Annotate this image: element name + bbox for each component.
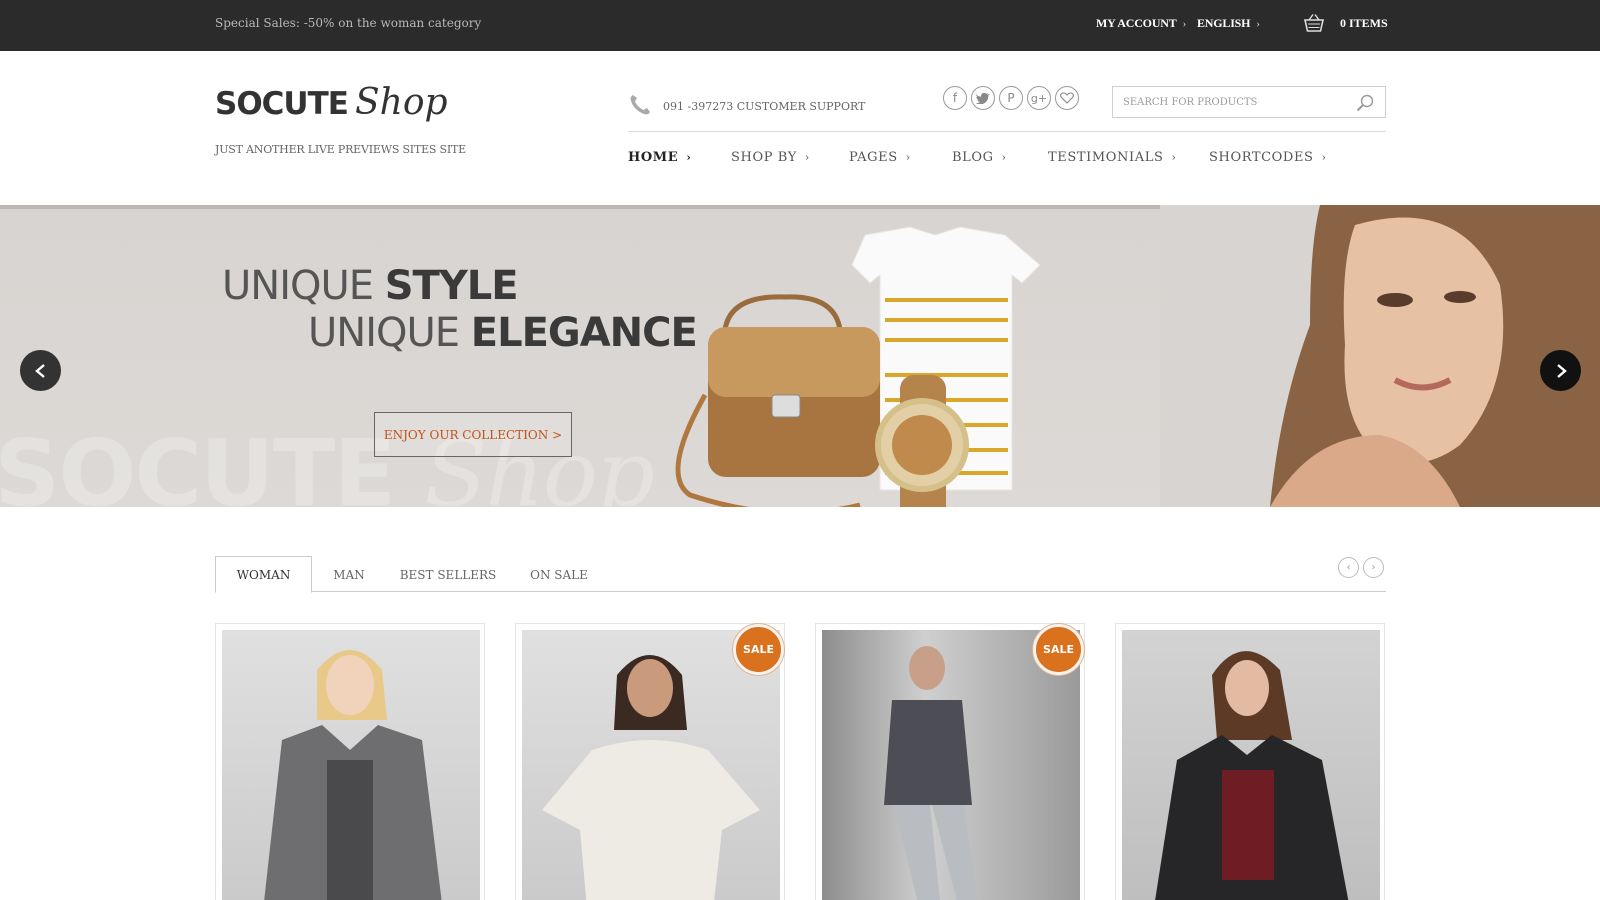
nav-item-shortcodes[interactable]: SHORTCODES › bbox=[1209, 150, 1327, 165]
nav-item-label: BLOG bbox=[952, 150, 994, 165]
social-links: f P g+ bbox=[943, 86, 1079, 110]
product-image[interactable] bbox=[1122, 630, 1380, 900]
enjoy-collection-button[interactable]: ENJOY OUR COLLECTION > bbox=[374, 412, 572, 457]
nav-item-blog[interactable]: BLOG › bbox=[952, 150, 1007, 165]
heart-icon[interactable] bbox=[1055, 86, 1079, 110]
chevron-right-icon bbox=[1556, 363, 1567, 378]
tab-man[interactable]: MAN bbox=[320, 556, 378, 593]
basket-icon[interactable] bbox=[1303, 13, 1325, 33]
customer-support-phone: 091 -397273 CUSTOMER SUPPORT bbox=[663, 100, 866, 113]
chevron-left-icon: ‹ bbox=[1346, 562, 1351, 573]
hero-headline-line1: UNIQUE STYLE bbox=[222, 263, 519, 309]
site-tagline: JUST ANOTHER LIVE PREVIEWS SITES SITE bbox=[215, 143, 466, 156]
language-label: ENGLISH bbox=[1197, 16, 1251, 30]
nav-item-label: PAGES bbox=[849, 150, 898, 165]
nav-item-label: TESTIMONIALS bbox=[1048, 150, 1164, 165]
slider-next-button[interactable] bbox=[1540, 350, 1581, 391]
hero-headline-line2: UNIQUE ELEGANCE bbox=[308, 310, 698, 356]
search-icon[interactable] bbox=[1355, 93, 1375, 113]
nav-item-home[interactable]: HOME › bbox=[628, 150, 691, 165]
chevron-right-icon: › bbox=[1001, 151, 1007, 164]
product-image[interactable] bbox=[222, 630, 480, 900]
product-card[interactable] bbox=[215, 623, 485, 900]
chevron-right-icon: › bbox=[1371, 562, 1376, 573]
cart-items-count[interactable]: 0 ITEMS bbox=[1340, 16, 1388, 31]
logo-script: Shop bbox=[355, 82, 448, 123]
chevron-right-icon: › bbox=[804, 151, 810, 164]
sale-badge: SALE bbox=[1033, 624, 1084, 675]
product-image[interactable] bbox=[522, 630, 780, 900]
carousel-next-button[interactable]: › bbox=[1363, 557, 1384, 578]
chevron-right-icon: › bbox=[905, 151, 911, 164]
chevron-right-icon: › bbox=[1256, 18, 1260, 30]
nav-item-label: SHOP BY bbox=[731, 150, 797, 165]
nav-item-label: SHORTCODES bbox=[1209, 150, 1314, 165]
top-bar: Special Sales: -50% on the woman categor… bbox=[0, 0, 1600, 51]
chevron-right-icon: › bbox=[1321, 151, 1327, 164]
hero-products-image bbox=[675, 226, 1041, 507]
google-plus-icon[interactable]: g+ bbox=[1027, 86, 1051, 110]
pinterest-icon[interactable]: P bbox=[999, 86, 1023, 110]
carousel-prev-button[interactable]: ‹ bbox=[1338, 557, 1359, 578]
nav-divider bbox=[628, 131, 1386, 132]
hero-slider: SOCUTE Shop UNIQUE STYLE UNIQUE ELEGANCE … bbox=[0, 205, 1600, 507]
chevron-right-icon: › bbox=[1171, 151, 1177, 164]
product-image[interactable] bbox=[822, 630, 1080, 900]
tab-woman[interactable]: WOMAN bbox=[215, 556, 312, 593]
product-card[interactable] bbox=[1115, 623, 1385, 900]
my-account-label: MY ACCOUNT bbox=[1096, 16, 1177, 30]
nav-item-testimonials[interactable]: TESTIMONIALS › bbox=[1048, 150, 1176, 165]
slider-prev-button[interactable] bbox=[20, 350, 61, 391]
my-account-link[interactable]: MY ACCOUNT › bbox=[1096, 16, 1186, 31]
sale-badge: SALE bbox=[733, 624, 784, 675]
language-selector[interactable]: ENGLISH › bbox=[1197, 16, 1260, 31]
tabs-divider bbox=[215, 591, 1386, 592]
nav-item-label: HOME bbox=[628, 150, 679, 165]
tab-on-sale[interactable]: ON SALE bbox=[527, 556, 591, 593]
facebook-icon[interactable]: f bbox=[943, 86, 967, 110]
promo-text: Special Sales: -50% on the woman categor… bbox=[215, 16, 482, 30]
chevron-right-icon: › bbox=[1182, 18, 1187, 30]
nav-item-pages[interactable]: PAGES › bbox=[849, 150, 911, 165]
chevron-left-icon bbox=[34, 363, 45, 378]
chevron-right-icon: › bbox=[686, 151, 692, 164]
search-box bbox=[1112, 86, 1386, 118]
hero-model-image bbox=[1160, 205, 1600, 507]
phone-icon bbox=[630, 95, 650, 115]
logo-brand: SOCUTE bbox=[215, 86, 349, 122]
nav-item-shop-by[interactable]: SHOP BY › bbox=[731, 150, 810, 165]
twitter-icon[interactable] bbox=[971, 86, 995, 110]
tab-best-sellers[interactable]: BEST SELLERS bbox=[398, 556, 498, 593]
search-input[interactable] bbox=[1113, 87, 1343, 117]
